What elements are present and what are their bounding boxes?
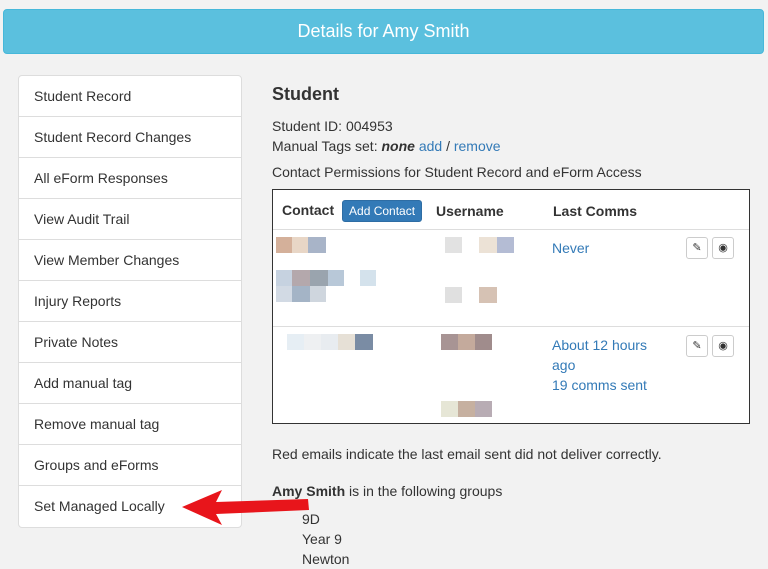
sidebar-item-remove-manual-tag[interactable]: Remove manual tag <box>19 404 241 445</box>
redacted-username <box>458 401 475 417</box>
add-contact-button[interactable]: Add Contact <box>342 200 423 222</box>
sidebar-item-student-record-changes[interactable]: Student Record Changes <box>19 117 241 158</box>
sidebar-item-view-member-changes[interactable]: View Member Changes <box>19 240 241 281</box>
redacted-username <box>479 237 497 253</box>
permissions-text: Contact Permissions for Student Record a… <box>272 164 642 180</box>
username-header: Username <box>436 203 504 219</box>
redacted-username <box>441 401 458 417</box>
sidebar-item-all-eform-responses[interactable]: All eForm Responses <box>19 158 241 199</box>
table-header-divider <box>273 229 749 230</box>
redacted-contact-name <box>276 237 292 253</box>
sidebar-menu: Student Record Student Record Changes Al… <box>18 75 242 528</box>
redacted-username <box>497 237 514 253</box>
redacted-contact-email <box>310 286 326 302</box>
redacted-contact-name <box>287 334 304 350</box>
redacted-username <box>445 287 462 303</box>
manual-tags-label: Manual Tags set: <box>272 138 378 154</box>
groups-suffix: is in the following groups <box>345 483 503 499</box>
student-details: Student Student ID: 004953 Manual Tags s… <box>272 82 752 182</box>
sidebar-item-groups-and-eforms[interactable]: Groups and eForms <box>19 445 241 486</box>
redacted-contact-email <box>276 286 292 302</box>
redacted-contact-email <box>310 270 328 286</box>
contact-header-label: Contact <box>282 202 335 218</box>
eye-icon[interactable]: ◉ <box>712 335 734 357</box>
sidebar-item-view-audit-trail[interactable]: View Audit Trail <box>19 199 241 240</box>
section-title: Student <box>272 84 339 104</box>
redacted-contact-name <box>292 237 308 253</box>
contacts-table: Contact Add Contact Username Last Comms … <box>272 189 750 424</box>
sidebar-item-private-notes[interactable]: Private Notes <box>19 322 241 363</box>
sidebar-item-add-manual-tag[interactable]: Add manual tag <box>19 363 241 404</box>
redacted-username <box>445 237 462 253</box>
redacted-contact-email <box>276 270 292 286</box>
group-item: Year 9 <box>302 531 342 547</box>
redacted-contact-name <box>321 334 338 350</box>
redacted-contact-name <box>308 237 326 253</box>
redacted-username <box>441 334 458 350</box>
redacted-contact-name <box>355 334 373 350</box>
last-comms-link[interactable]: Never <box>552 239 589 257</box>
redacted-contact-email <box>328 270 344 286</box>
redacted-username <box>479 287 497 303</box>
email-delivery-note: Red emails indicate the last email sent … <box>272 446 662 462</box>
tag-remove-link[interactable]: remove <box>454 138 501 154</box>
sidebar-item-student-record[interactable]: Student Record <box>19 76 241 117</box>
last-comms-link[interactable]: About 12 hours ago <box>552 335 672 375</box>
redacted-contact-email <box>360 270 376 286</box>
redacted-contact-name <box>304 334 321 350</box>
row-divider <box>273 326 749 327</box>
redacted-username <box>475 401 492 417</box>
student-id-label: Student ID: <box>272 118 343 134</box>
tag-add-link[interactable]: add <box>419 138 442 154</box>
sidebar-item-injury-reports[interactable]: Injury Reports <box>19 281 241 322</box>
student-id-line: Student ID: 004953 <box>272 116 752 136</box>
pencil-icon[interactable]: ✎ <box>686 237 708 259</box>
group-item: Newton <box>302 551 350 567</box>
student-id-value: 004953 <box>345 118 393 134</box>
redacted-contact-name <box>338 334 355 350</box>
page-header: Details for Amy Smith <box>3 9 764 54</box>
last-comms-header: Last Comms <box>553 203 638 219</box>
redacted-contact-email <box>292 286 310 302</box>
manual-tags-value: none <box>381 138 415 154</box>
redacted-username <box>458 334 475 350</box>
pencil-icon[interactable]: ✎ <box>686 335 708 357</box>
red-arrow-icon <box>182 490 309 525</box>
manual-tags-line: Manual Tags set: none add / remove <box>272 136 752 156</box>
tag-separator: / <box>442 138 454 154</box>
comms-count-link[interactable]: 19 comms sent <box>552 375 647 395</box>
redacted-username <box>475 334 492 350</box>
redacted-contact-email <box>292 270 310 286</box>
eye-icon[interactable]: ◉ <box>712 237 734 259</box>
contact-header: Contact Add Contact <box>282 200 423 222</box>
